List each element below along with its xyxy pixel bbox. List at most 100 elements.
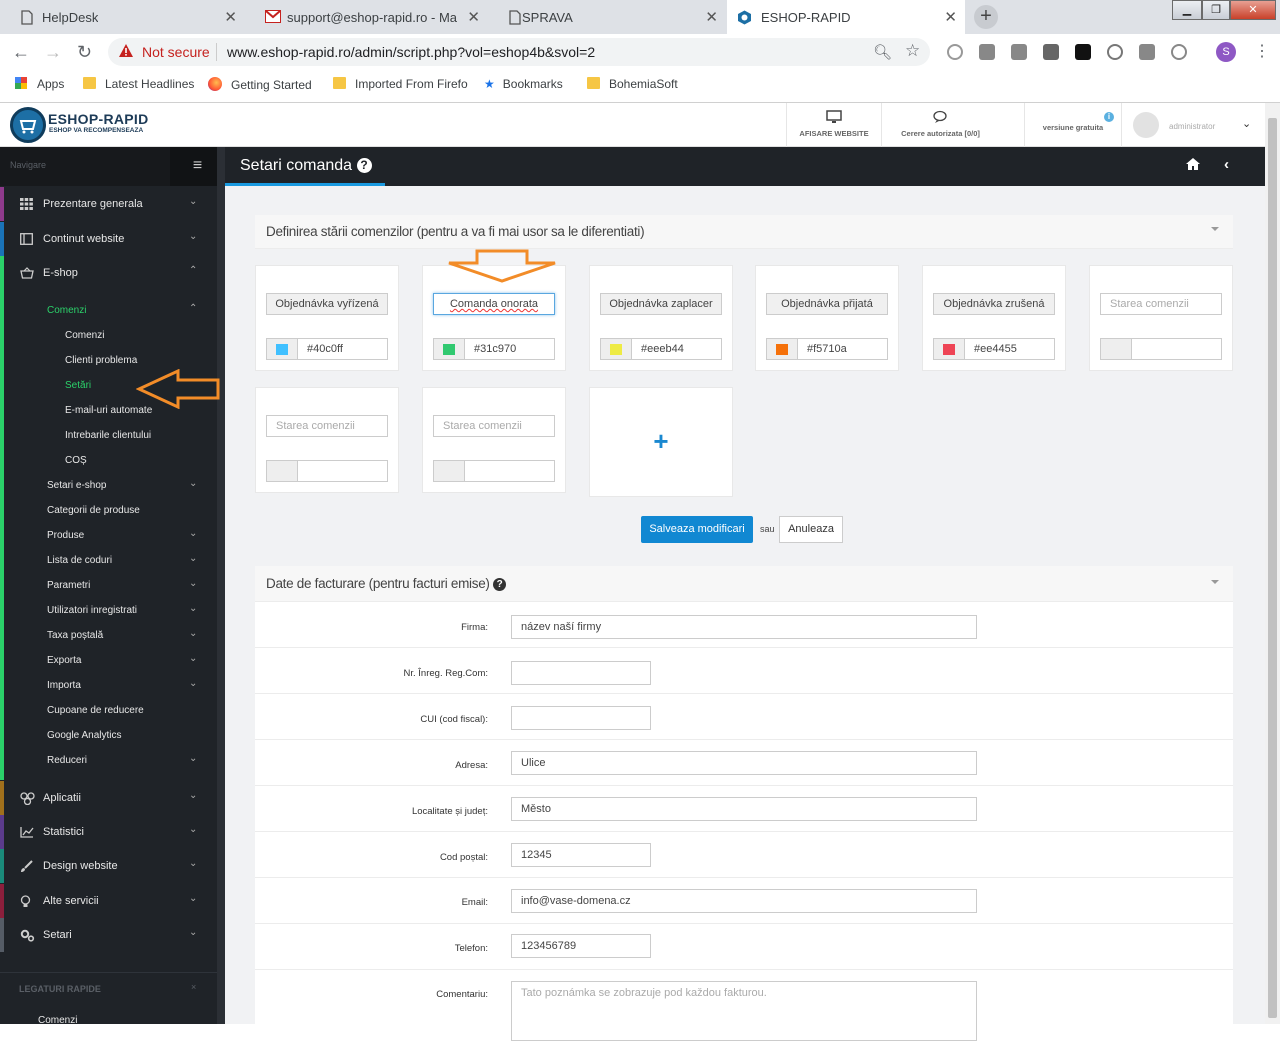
color-swatch[interactable] [600, 338, 632, 360]
panel-header[interactable]: Date de facturare (pentru facturi emise)… [255, 566, 1233, 602]
logo-title[interactable]: ESHOP-RAPID [48, 111, 149, 127]
sidebar-sub-taxa-postala[interactable]: Taxa poștală [47, 630, 103, 641]
sidebar-item-aplicatii[interactable]: Aplicatii ⌄ [0, 781, 217, 815]
save-button[interactable]: Salveaza modificari [641, 516, 753, 543]
sidebar-sub2-cos[interactable]: COȘ [65, 455, 87, 466]
bookmark-latest-headlines[interactable]: Latest Headlines [83, 77, 194, 91]
quick-link-comenzi[interactable]: Comenzi [38, 1015, 77, 1026]
state-name-input[interactable]: Starea comenzii [266, 415, 388, 437]
sidebar-sub-reduceri[interactable]: Reduceri [47, 755, 87, 766]
color-hex-input[interactable]: #ee4455 [964, 338, 1055, 360]
sidebar-sub2-intrebari[interactable]: Intrebarile clientului [65, 430, 151, 441]
adresa-input[interactable]: Ulice [511, 751, 977, 775]
cancel-button[interactable]: Anuleaza [779, 516, 843, 543]
sidebar-sub-setari-eshop[interactable]: Setari e-shop [47, 480, 106, 491]
sidebar-item-eshop[interactable]: E-shop ⌃ [0, 256, 217, 290]
help-icon[interactable]: ? [356, 158, 372, 173]
sidebar-item-setari[interactable]: Setari ⌄ [0, 918, 217, 952]
sidebar-sub-exporta[interactable]: Exporta [47, 655, 81, 666]
firma-input[interactable]: název naší firmy [511, 615, 977, 639]
color-swatch[interactable] [266, 338, 298, 360]
state-name-input[interactable]: Objednávka přijatá [766, 293, 888, 315]
cart-logo-icon[interactable] [10, 107, 46, 143]
sidebar-item-design[interactable]: Design website ⌄ [0, 849, 217, 883]
bookmark-getting-started[interactable]: Getting Started [208, 77, 312, 92]
sidebar-sub-produse[interactable]: Produse [47, 530, 84, 541]
close-icon[interactable]: ✕ [467, 8, 480, 26]
color-hex-input[interactable] [464, 460, 555, 482]
version-badge[interactable]: i versiune gratuita [1024, 103, 1121, 147]
reg-com-input[interactable] [511, 661, 651, 685]
state-name-input[interactable]: Starea comenzii [1100, 293, 1222, 315]
panel-header[interactable]: Definirea stării comenzilor (pentru a va… [255, 215, 1233, 249]
extension-icon[interactable] [947, 44, 963, 60]
tab-eshop-rapid[interactable]: ESHOP-RAPID ✕ [727, 0, 965, 34]
info-icon[interactable]: i [1104, 112, 1114, 122]
color-swatch[interactable] [433, 460, 465, 482]
color-swatch[interactable] [933, 338, 965, 360]
new-tab-button[interactable]: + [974, 5, 998, 29]
sidebar-sub-parametri[interactable]: Parametri [47, 580, 90, 591]
plus-icon[interactable]: + [590, 426, 732, 457]
sidebar-sub-lista-coduri[interactable]: Lista de coduri [47, 555, 112, 566]
color-hex-input[interactable] [1131, 338, 1222, 360]
extension-icon[interactable] [1043, 44, 1059, 60]
menu-kebab-icon[interactable]: ⋮ [1254, 41, 1270, 61]
sidebar-scrollbar[interactable] [217, 147, 225, 1024]
profile-avatar[interactable]: S [1216, 42, 1236, 62]
chevron-down-icon[interactable]: ⌄ [1242, 117, 1251, 130]
color-hex-input[interactable] [297, 460, 388, 482]
forward-icon[interactable]: → [44, 42, 62, 63]
user-menu[interactable]: administrator ⌄ [1121, 103, 1265, 147]
extension-icon[interactable] [1075, 44, 1091, 60]
sidebar-item-alte-servicii[interactable]: Alte servicii ⌄ [0, 884, 217, 918]
maximize-button[interactable]: ❐ [1202, 0, 1230, 20]
star-icon[interactable]: ☆ [905, 41, 920, 61]
sidebar-sub-google-analytics[interactable]: Google Analytics [47, 730, 122, 741]
color-swatch[interactable] [433, 338, 465, 360]
state-name-input[interactable]: Starea comenzii [433, 415, 555, 437]
color-hex-input[interactable]: #eeeb44 [631, 338, 722, 360]
color-hex-input[interactable]: #31c970 [464, 338, 555, 360]
back-icon[interactable]: ← [12, 42, 30, 63]
sidebar-sub-importa[interactable]: Importa [47, 680, 81, 691]
color-hex-input[interactable]: #f5710a [797, 338, 888, 360]
sidebar-sub-utilizatori[interactable]: Utilizatori inregistrati [47, 605, 137, 616]
add-state-card[interactable]: + [589, 387, 733, 497]
home-icon[interactable] [1185, 157, 1201, 171]
bookmark-bohemiasoft[interactable]: BohemiaSoft [587, 77, 678, 91]
email-input[interactable]: info@vase-domena.cz [511, 889, 977, 913]
minimize-button[interactable]: ▁ [1172, 0, 1202, 20]
extension-icon[interactable] [1107, 44, 1123, 60]
tab-mail[interactable]: support@eshop-rapid.ro - Mail - ✕ [245, 0, 488, 34]
help-icon[interactable]: ? [493, 578, 507, 591]
security-label[interactable]: Not secure [142, 44, 210, 60]
auth-request-button[interactable]: Cerere autorizata [0/0] [881, 103, 999, 147]
sidebar-sub2-clienti-problema[interactable]: Clienti problema [65, 355, 137, 366]
cod-postal-input[interactable]: 12345 [511, 843, 651, 867]
close-window-button[interactable]: ✕ [1230, 0, 1276, 20]
close-icon[interactable]: ✕ [224, 8, 237, 26]
sidebar-sub2-setari[interactable]: Setări [65, 380, 91, 391]
close-icon[interactable]: × [191, 982, 196, 992]
url-text[interactable]: www.eshop-rapid.ro/admin/script.php?vol=… [227, 44, 595, 60]
color-swatch[interactable] [266, 460, 298, 482]
sidebar-item-continut[interactable]: Continut website ⌄ [0, 222, 217, 256]
tab-helpdesk[interactable]: HelpDesk ✕ [0, 0, 245, 34]
color-swatch[interactable] [766, 338, 798, 360]
extension-icon[interactable] [1171, 44, 1187, 60]
close-icon[interactable]: ✕ [705, 8, 718, 26]
localitate-input[interactable]: Město [511, 797, 977, 821]
color-swatch[interactable] [1100, 338, 1132, 360]
sidebar-sub-comenzi[interactable]: Comenzi [47, 305, 86, 316]
extension-icon[interactable] [1011, 44, 1027, 60]
state-name-input[interactable]: Objednávka zaplacer [600, 293, 722, 315]
cui-input[interactable] [511, 706, 651, 730]
scrollbar-thumb[interactable] [1268, 118, 1277, 1018]
back-arrow-icon[interactable]: ‹ [1224, 156, 1229, 173]
caret-down-icon[interactable] [1211, 227, 1219, 231]
zoom-icon[interactable]: 🔍︎ [873, 43, 892, 61]
tab-sprava[interactable]: SPRAVA ✕ [488, 0, 726, 34]
extension-icon[interactable] [1139, 44, 1155, 60]
state-name-input[interactable]: Objednávka vyřízená [266, 293, 388, 315]
